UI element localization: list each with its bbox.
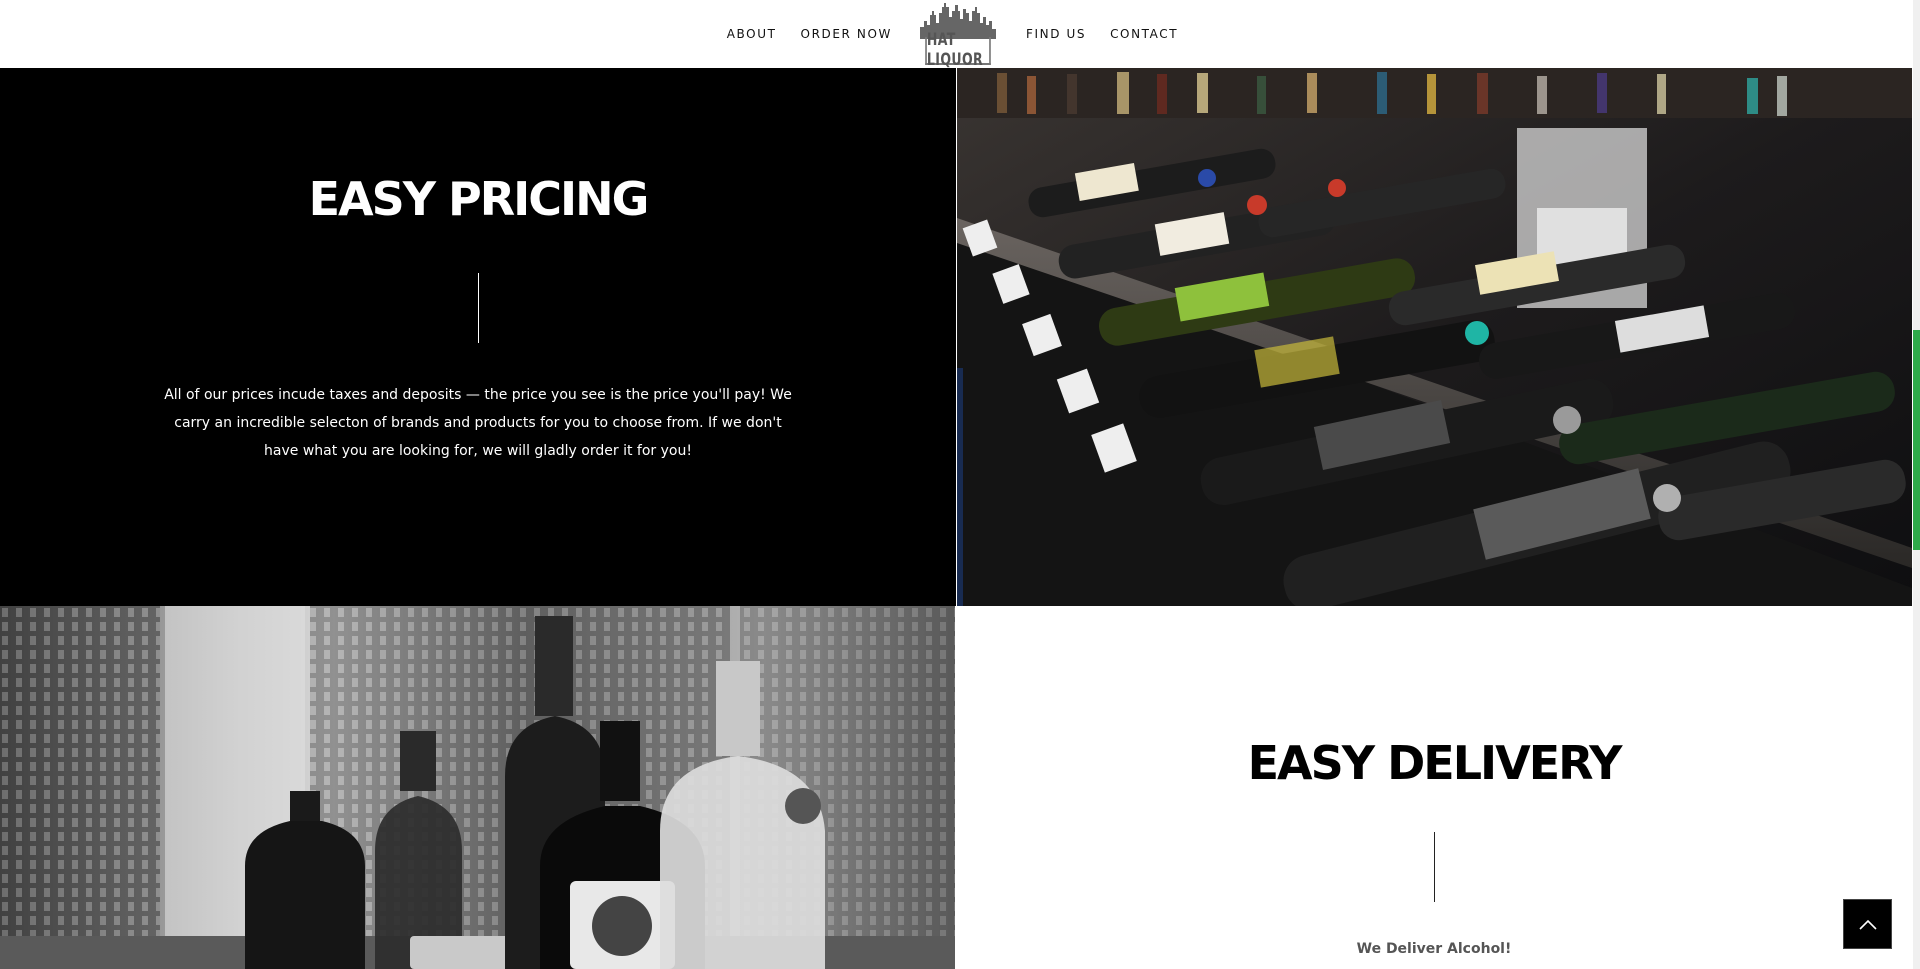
hat-liquor-logo[interactable]: HAT LIQUOR — [918, 3, 998, 70]
pricing-description: All of our prices incude taxes and depos… — [164, 387, 792, 459]
nav-right-links: FIND US CONTACT — [1026, 27, 1178, 41]
nav-link-about[interactable]: ABOUT — [727, 27, 777, 41]
logo-text: HAT LIQUOR — [925, 30, 991, 70]
spirits-bottles-photo — [0, 606, 955, 969]
section-divider-line — [1434, 832, 1435, 902]
wine-bottles-image — [957, 68, 1912, 606]
nav-left-links: ABOUT ORDER NOW — [727, 27, 892, 41]
section-divider-line — [478, 273, 479, 343]
wine-rack-photo — [957, 68, 1912, 606]
top-navigation: ABOUT ORDER NOW HAT LIQUOR FIND US CONTA… — [0, 0, 1913, 70]
delivery-subtitle: We Deliver Alcohol! — [1356, 941, 1512, 957]
nav-link-find-us[interactable]: FIND US — [1026, 27, 1086, 41]
back-to-top-button[interactable] — [1843, 899, 1892, 949]
delivery-heading: EASY DELIVERY — [1247, 736, 1623, 790]
easy-delivery-section: EASY DELIVERY We Deliver Alcohol! — [955, 606, 1913, 969]
easy-pricing-section: EASY PRICING All of our prices incude ta… — [0, 68, 956, 606]
page-scrollbar-thumb[interactable] — [1913, 330, 1920, 550]
pricing-heading: EASY PRICING — [308, 172, 650, 226]
nav-link-order-now[interactable]: ORDER NOW — [801, 27, 892, 41]
nav-link-contact[interactable]: CONTACT — [1110, 27, 1178, 41]
spirit-bottles-image — [0, 606, 955, 969]
chevron-up-icon — [1858, 919, 1877, 930]
